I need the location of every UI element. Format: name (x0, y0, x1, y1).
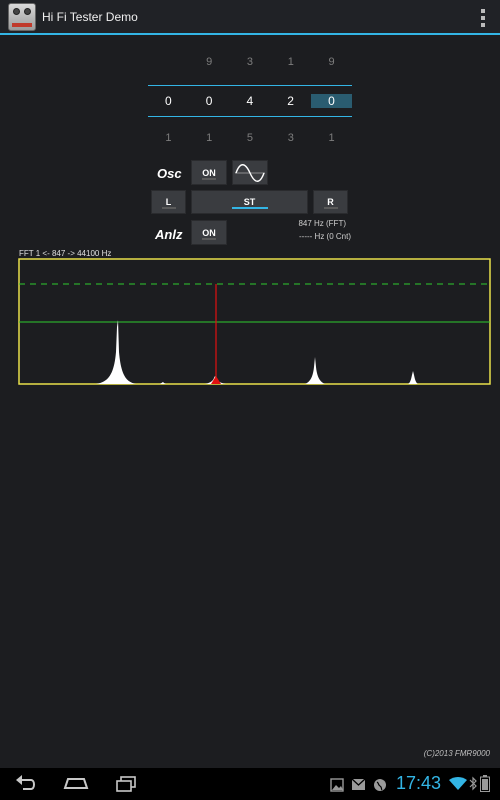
right-channel-label: R (327, 197, 334, 207)
picker-digit-above[interactable]: 9 (189, 56, 230, 68)
fft-peak-fundamental (96, 320, 136, 384)
fft-spectrum-graph[interactable] (0, 257, 500, 387)
globe-icon (374, 779, 386, 791)
picker-row-current: 0 0 4 2 0 (148, 94, 352, 108)
picker-digit-above[interactable]: 9 (311, 56, 352, 68)
picker-row-below: 1 1 5 3 1 (148, 132, 352, 144)
gallery-icon (330, 778, 344, 792)
recents-icon[interactable] (114, 774, 138, 794)
right-channel-button[interactable]: R (313, 190, 348, 214)
home-icon[interactable] (62, 774, 90, 794)
sine-wave-icon (235, 163, 265, 182)
osc-toggle-button[interactable]: ON (191, 160, 227, 185)
hifi-speaker-icon[interactable] (8, 3, 36, 31)
stereo-channel-button[interactable]: ST (191, 190, 308, 214)
stereo-channel-label: ST (243, 197, 256, 207)
analyzer-toggle-label: ON (202, 227, 216, 238)
picker-digit-above[interactable]: 3 (230, 56, 271, 68)
wifi-icon (449, 777, 467, 790)
picker-digit-below[interactable]: 1 (148, 132, 189, 144)
picker-row-above: 9 3 1 9 (148, 56, 352, 68)
picker-digit-focused-value: 0 (311, 94, 352, 108)
analyzer-toggle-button[interactable]: ON (191, 220, 227, 245)
fft-cursor-marker (211, 376, 221, 384)
overflow-menu-icon[interactable] (480, 9, 486, 27)
picker-digit-current[interactable]: 4 (230, 94, 271, 108)
app-title: Hi Fi Tester Demo (42, 10, 138, 24)
action-bar: Hi Fi Tester Demo (0, 0, 500, 35)
clock: 17:43 (396, 773, 442, 793)
picker-digit-above[interactable] (148, 56, 189, 68)
picker-digit-below[interactable]: 5 (230, 132, 271, 144)
system-nav-bar: 17:43 (0, 768, 500, 800)
picker-digit-current[interactable]: 2 (270, 94, 311, 108)
bluetooth-icon (469, 776, 477, 791)
left-channel-button[interactable]: L (151, 190, 186, 214)
picker-digit-current[interactable]: 0 (189, 94, 230, 108)
picker-digit-current-focused[interactable]: 0 (311, 94, 352, 108)
counter-frequency-readout: ----- Hz (0 Cnt) (299, 232, 351, 241)
copyright-text: (C)2013 FMR9000 (423, 749, 490, 758)
picker-selection-bottom-line (148, 116, 352, 117)
left-channel-label: L (165, 197, 172, 207)
picker-digit-below[interactable]: 3 (270, 132, 311, 144)
waveform-button[interactable] (232, 160, 268, 185)
picker-digit-below[interactable]: 1 (189, 132, 230, 144)
fft-noise-blip (160, 382, 166, 384)
back-icon[interactable] (14, 774, 38, 794)
picker-digit-below[interactable]: 1 (311, 132, 352, 144)
picker-digit-current[interactable]: 0 (148, 94, 189, 108)
osc-label: Osc (157, 166, 182, 181)
picker-selection-top-line (148, 85, 352, 86)
fft-frequency-readout: 847 Hz (FFT) (298, 219, 346, 228)
fft-peak-harmonic-3 (305, 357, 325, 384)
fft-peak-harmonic-5 (408, 371, 418, 384)
osc-toggle-label: ON (202, 167, 216, 178)
analyzer-label: Anlz (155, 227, 183, 242)
battery-icon (480, 775, 490, 792)
gmail-icon (351, 778, 366, 790)
picker-digit-above[interactable]: 1 (270, 56, 311, 68)
